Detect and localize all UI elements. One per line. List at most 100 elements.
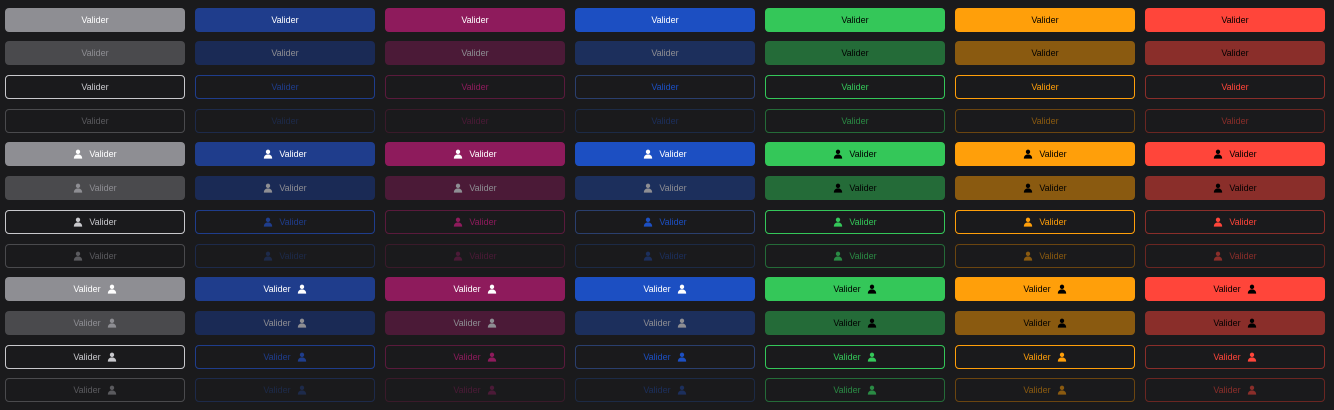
ghost-button-orange[interactable]: Valider bbox=[955, 109, 1135, 133]
outline-button-orange-icon-left[interactable]: Valider bbox=[955, 210, 1135, 234]
solid-button-navy-icon-right[interactable]: Valider bbox=[195, 277, 375, 301]
user-icon bbox=[1213, 217, 1223, 227]
user-icon bbox=[453, 251, 463, 261]
solid-button-orange-icon-right[interactable]: Valider bbox=[955, 277, 1135, 301]
user-icon bbox=[1023, 251, 1033, 261]
soft-button-orange-icon-left[interactable]: Valider bbox=[955, 176, 1135, 200]
soft-button-blue-icon-left[interactable]: Valider bbox=[575, 176, 755, 200]
solid-button-red-icon-right[interactable]: Valider bbox=[1145, 277, 1325, 301]
soft-button-navy[interactable]: Valider bbox=[195, 41, 375, 65]
solid-button-magenta-icon-left[interactable]: Valider bbox=[385, 142, 565, 166]
ghost-button-green-icon-left[interactable]: Valider bbox=[765, 244, 945, 268]
solid-button-green-icon-left[interactable]: Valider bbox=[765, 142, 945, 166]
solid-button-neutral-icon-left[interactable]: Valider bbox=[5, 142, 185, 166]
outline-button-orange-icon-right[interactable]: Valider bbox=[955, 345, 1135, 369]
outline-button-green[interactable]: Valider bbox=[765, 75, 945, 99]
soft-button-orange[interactable]: Valider bbox=[955, 41, 1135, 65]
ghost-button-magenta-icon-left[interactable]: Valider bbox=[385, 244, 565, 268]
outline-button-blue-icon-right[interactable]: Valider bbox=[575, 345, 755, 369]
user-icon bbox=[867, 352, 877, 362]
soft-button-green-icon-right[interactable]: Valider bbox=[765, 311, 945, 335]
outline-button-green-icon-left[interactable]: Valider bbox=[765, 210, 945, 234]
outline-button-navy-icon-right[interactable]: Valider bbox=[195, 345, 375, 369]
outline-button-neutral[interactable]: Valider bbox=[5, 75, 185, 99]
soft-button-neutral-icon-right[interactable]: Valider bbox=[5, 311, 185, 335]
ghost-button-magenta-icon-right[interactable]: Valider bbox=[385, 378, 565, 402]
ghost-button-neutral-icon-right[interactable]: Valider bbox=[5, 378, 185, 402]
ghost-button-navy[interactable]: Valider bbox=[195, 109, 375, 133]
user-icon bbox=[867, 318, 877, 328]
soft-button-magenta-icon-left[interactable]: Valider bbox=[385, 176, 565, 200]
outline-button-neutral-icon-left[interactable]: Valider bbox=[5, 210, 185, 234]
ghost-button-green-icon-right[interactable]: Valider bbox=[765, 378, 945, 402]
solid-button-neutral[interactable]: Valider bbox=[5, 8, 185, 32]
user-icon bbox=[677, 385, 687, 395]
outline-button-navy[interactable]: Valider bbox=[195, 75, 375, 99]
ghost-button-navy-icon-right[interactable]: Valider bbox=[195, 378, 375, 402]
ghost-button-red-icon-right[interactable]: Valider bbox=[1145, 378, 1325, 402]
soft-button-magenta[interactable]: Valider bbox=[385, 41, 565, 65]
ghost-button-green[interactable]: Valider bbox=[765, 109, 945, 133]
ghost-button-orange-icon-right[interactable]: Valider bbox=[955, 378, 1135, 402]
user-icon bbox=[487, 352, 497, 362]
soft-button-navy-icon-right[interactable]: Valider bbox=[195, 311, 375, 335]
outline-button-navy-icon-left[interactable]: Valider bbox=[195, 210, 375, 234]
outline-button-red-icon-left[interactable]: Valider bbox=[1145, 210, 1325, 234]
ghost-button-navy-icon-left[interactable]: Valider bbox=[195, 244, 375, 268]
user-icon bbox=[1057, 385, 1067, 395]
outline-button-magenta-icon-right[interactable]: Valider bbox=[385, 345, 565, 369]
soft-button-green-icon-left[interactable]: Valider bbox=[765, 176, 945, 200]
outline-button-magenta-icon-left[interactable]: Valider bbox=[385, 210, 565, 234]
ghost-button-red-icon-left[interactable]: Valider bbox=[1145, 244, 1325, 268]
outline-button-blue[interactable]: Valider bbox=[575, 75, 755, 99]
ghost-button-neutral[interactable]: Valider bbox=[5, 109, 185, 133]
soft-button-navy-icon-left[interactable]: Valider bbox=[195, 176, 375, 200]
button-label: Valider bbox=[453, 352, 481, 362]
soft-button-neutral[interactable]: Valider bbox=[5, 41, 185, 65]
ghost-button-blue-icon-right[interactable]: Valider bbox=[575, 378, 755, 402]
soft-button-green[interactable]: Valider bbox=[765, 41, 945, 65]
button-label: Valider bbox=[1039, 217, 1067, 227]
soft-button-magenta-icon-right[interactable]: Valider bbox=[385, 311, 565, 335]
ghost-button-red[interactable]: Valider bbox=[1145, 109, 1325, 133]
ghost-button-orange-icon-left[interactable]: Valider bbox=[955, 244, 1135, 268]
soft-button-red-icon-left[interactable]: Valider bbox=[1145, 176, 1325, 200]
solid-button-green-icon-right[interactable]: Valider bbox=[765, 277, 945, 301]
solid-button-blue[interactable]: Valider bbox=[575, 8, 755, 32]
soft-button-red-icon-right[interactable]: Valider bbox=[1145, 311, 1325, 335]
soft-button-blue-icon-right[interactable]: Valider bbox=[575, 311, 755, 335]
outline-button-green-icon-right[interactable]: Valider bbox=[765, 345, 945, 369]
solid-button-orange-icon-left[interactable]: Valider bbox=[955, 142, 1135, 166]
button-label: Valider bbox=[73, 352, 101, 362]
user-icon bbox=[263, 217, 273, 227]
solid-button-magenta-icon-right[interactable]: Valider bbox=[385, 277, 565, 301]
ghost-button-neutral-icon-left[interactable]: Valider bbox=[5, 244, 185, 268]
soft-button-blue[interactable]: Valider bbox=[575, 41, 755, 65]
outline-button-red-icon-right[interactable]: Valider bbox=[1145, 345, 1325, 369]
solid-button-green[interactable]: Valider bbox=[765, 8, 945, 32]
soft-button-neutral-icon-left[interactable]: Valider bbox=[5, 176, 185, 200]
solid-button-orange[interactable]: Valider bbox=[955, 8, 1135, 32]
ghost-button-magenta[interactable]: Valider bbox=[385, 109, 565, 133]
solid-button-red-icon-left[interactable]: Valider bbox=[1145, 142, 1325, 166]
ghost-button-blue[interactable]: Valider bbox=[575, 109, 755, 133]
solid-button-navy-icon-left[interactable]: Valider bbox=[195, 142, 375, 166]
solid-button-blue-icon-right[interactable]: Valider bbox=[575, 277, 755, 301]
ghost-button-blue-icon-left[interactable]: Valider bbox=[575, 244, 755, 268]
outline-button-neutral-icon-right[interactable]: Valider bbox=[5, 345, 185, 369]
outline-button-red[interactable]: Valider bbox=[1145, 75, 1325, 99]
outline-button-orange[interactable]: Valider bbox=[955, 75, 1135, 99]
button-label: Valider bbox=[73, 318, 101, 328]
solid-button-red[interactable]: Valider bbox=[1145, 8, 1325, 32]
soft-button-orange-icon-right[interactable]: Valider bbox=[955, 311, 1135, 335]
outline-button-magenta[interactable]: Valider bbox=[385, 75, 565, 99]
button-label: Valider bbox=[453, 284, 481, 294]
button-label: Valider bbox=[89, 149, 117, 159]
solid-button-blue-icon-left[interactable]: Valider bbox=[575, 142, 755, 166]
solid-button-navy[interactable]: Valider bbox=[195, 8, 375, 32]
user-icon bbox=[867, 284, 877, 294]
solid-button-neutral-icon-right[interactable]: Valider bbox=[5, 277, 185, 301]
solid-button-magenta[interactable]: Valider bbox=[385, 8, 565, 32]
outline-button-blue-icon-left[interactable]: Valider bbox=[575, 210, 755, 234]
soft-button-red[interactable]: Valider bbox=[1145, 41, 1325, 65]
